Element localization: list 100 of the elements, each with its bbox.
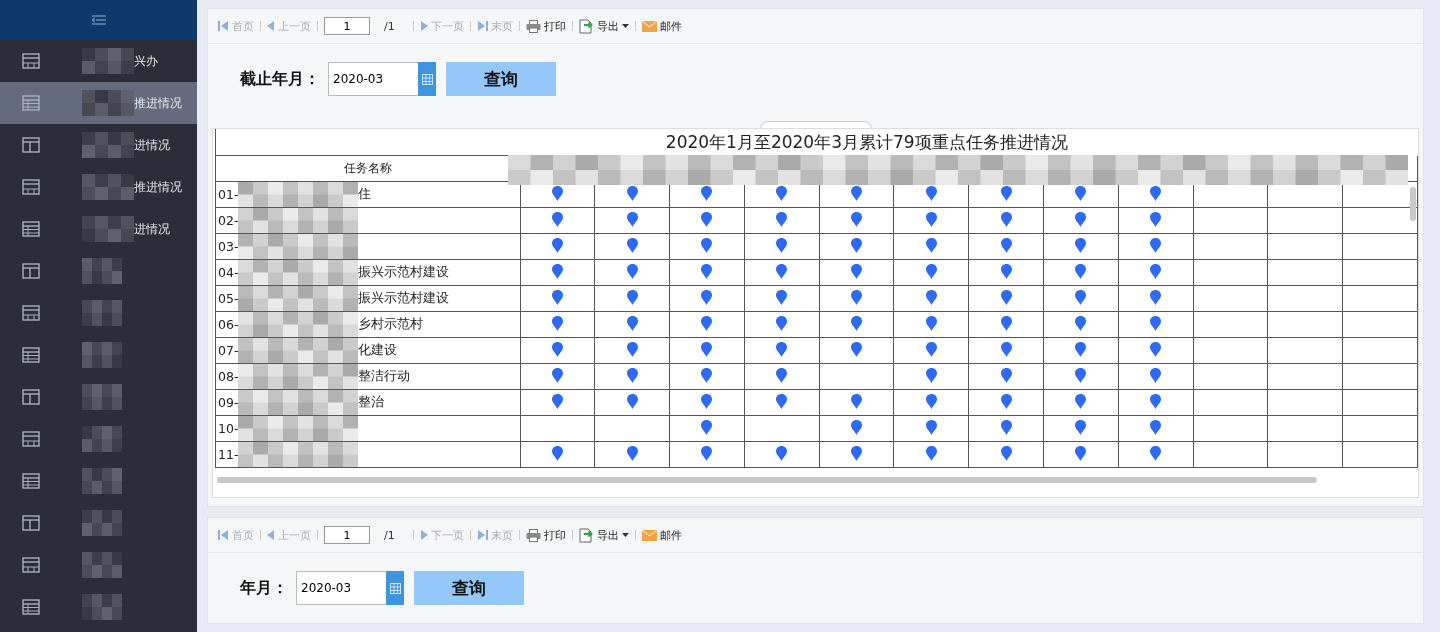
print-button[interactable]: 打印	[521, 527, 570, 543]
sidebar-item[interactable]: 推进情况	[0, 82, 197, 124]
pin-icon	[700, 366, 714, 384]
pin-icon	[850, 236, 864, 254]
pin-icon	[1074, 262, 1088, 280]
pin-icon	[924, 444, 938, 462]
mail-button[interactable]: 邮件	[637, 18, 686, 34]
task-number: 03-	[218, 239, 239, 254]
menu-icon[interactable]	[91, 15, 106, 25]
pin-icon	[700, 184, 714, 202]
pin-icon	[924, 236, 938, 254]
pin-icon	[625, 184, 639, 202]
pin-icon	[1149, 184, 1163, 202]
task-number: 09-	[218, 395, 239, 410]
pin-icon	[775, 184, 789, 202]
pin-icon	[1149, 262, 1163, 280]
task-name: 振兴示范村建设	[358, 290, 450, 307]
sidebar-item[interactable]: 进情况	[0, 208, 197, 250]
pixelated-block	[82, 342, 122, 368]
query-button[interactable]: 查询	[446, 62, 556, 96]
pin-icon	[1074, 444, 1088, 462]
task-name: 整治	[358, 394, 385, 411]
pixelated-block	[82, 174, 134, 200]
first-page-icon	[218, 20, 229, 32]
first-page-icon	[218, 529, 229, 541]
pin-icon	[1149, 366, 1163, 384]
pin-icon	[924, 392, 938, 410]
pin-icon	[1074, 314, 1088, 332]
pin-icon	[999, 210, 1013, 228]
pin-icon	[625, 444, 639, 462]
pin-icon	[999, 262, 1013, 280]
pin-icon	[1074, 210, 1088, 228]
pin-icon	[1149, 210, 1163, 228]
pin-icon	[700, 418, 714, 436]
pin-icon	[999, 184, 1013, 202]
pin-icon	[550, 392, 564, 410]
sidebar-item[interactable]: 进情况	[0, 124, 197, 166]
pin-icon	[625, 288, 639, 306]
page-number-field[interactable]: 1	[324, 526, 370, 544]
query-button[interactable]: 查询	[414, 571, 524, 605]
task-number: 06-	[218, 317, 239, 332]
pin-icon	[924, 340, 938, 358]
pin-icon	[550, 288, 564, 306]
pin-icon	[850, 288, 864, 306]
pixelated-block	[82, 384, 122, 410]
pin-icon	[999, 392, 1013, 410]
export-button[interactable]: 导出	[574, 18, 633, 34]
pin-icon	[775, 444, 789, 462]
sidebar-item[interactable]: 推进情况	[0, 166, 197, 208]
pin-icon	[625, 236, 639, 254]
page-number-field[interactable]: 1	[324, 17, 370, 35]
date-field[interactable]: 2020-03	[296, 571, 386, 605]
export-button[interactable]: 导出	[574, 527, 633, 543]
table-icon	[22, 305, 40, 321]
sidebar-item[interactable]: 兴办	[0, 40, 197, 82]
pin-icon	[850, 340, 864, 358]
pin-icon	[775, 366, 789, 384]
table-icon	[22, 137, 40, 153]
pin-icon	[700, 210, 714, 228]
sidebar-item-label: 进情况	[134, 220, 170, 238]
pin-icon	[1149, 444, 1163, 462]
scrollbar[interactable]	[217, 477, 1317, 483]
pin-icon	[775, 262, 789, 280]
last-page-icon	[476, 20, 488, 32]
table-icon	[22, 599, 40, 615]
print-button[interactable]: 打印	[521, 18, 570, 34]
mail-icon	[641, 529, 657, 541]
pin-icon	[924, 314, 938, 332]
pixelated-block	[82, 594, 122, 620]
calendar-icon[interactable]	[389, 582, 401, 594]
pin-icon	[775, 340, 789, 358]
pin-icon	[999, 340, 1013, 358]
pin-icon	[1074, 366, 1088, 384]
pin-icon	[775, 392, 789, 410]
pixelated-block	[82, 216, 134, 242]
pixelated-block	[82, 510, 122, 536]
pin-icon	[850, 444, 864, 462]
previous-icon	[267, 20, 275, 32]
task-number: 08-	[218, 369, 239, 384]
pin-icon	[550, 444, 564, 462]
scrollbar[interactable]	[1410, 187, 1416, 221]
mail-button[interactable]: 邮件	[637, 527, 686, 543]
previous-icon	[267, 529, 275, 541]
pin-icon	[700, 314, 714, 332]
pin-icon	[550, 184, 564, 202]
table-icon	[22, 473, 40, 489]
pin-icon	[550, 314, 564, 332]
date-field[interactable]: 2020-03	[328, 62, 418, 96]
pin-icon	[850, 418, 864, 436]
form-label: 年月：	[240, 577, 288, 599]
pixelated-block	[82, 48, 134, 74]
calendar-icon[interactable]	[421, 73, 433, 85]
table-icon	[22, 179, 40, 195]
pin-icon	[625, 210, 639, 228]
sidebar-item-label: 兴办	[134, 52, 158, 70]
pin-icon	[550, 210, 564, 228]
pin-icon	[999, 288, 1013, 306]
last-page-icon	[476, 529, 488, 541]
task-name: 振兴示范村建设	[358, 264, 450, 281]
pin-icon	[924, 262, 938, 280]
